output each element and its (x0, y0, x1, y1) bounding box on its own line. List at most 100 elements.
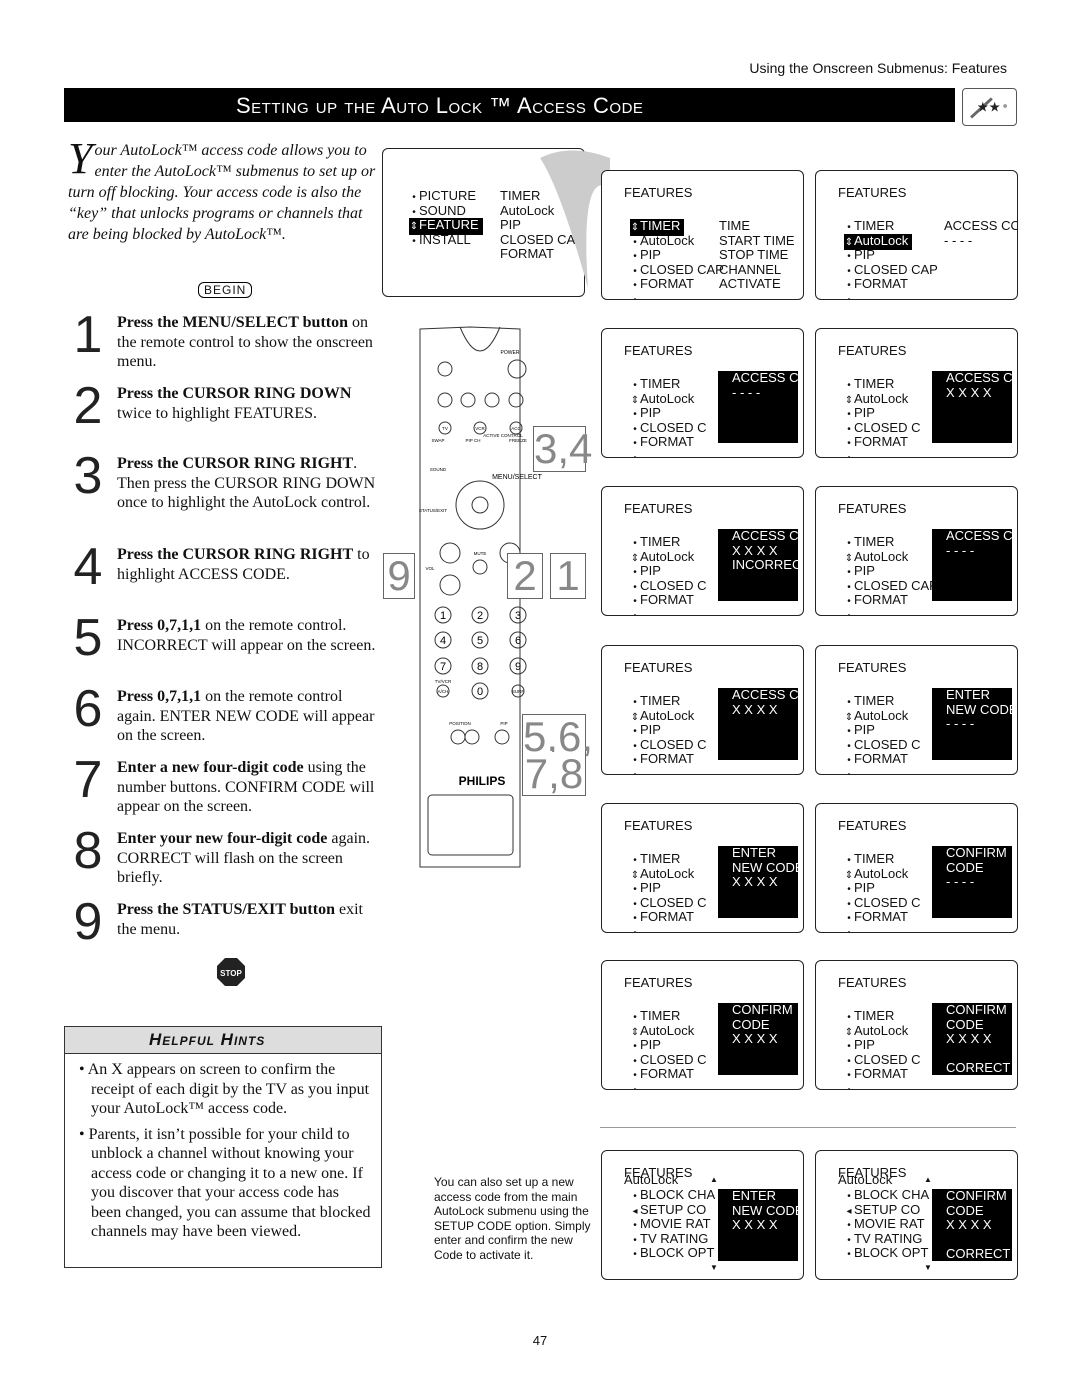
page-title: Setting up the Auto Lock ™ Access Code (64, 88, 955, 122)
svg-text:ACC: ACC (511, 426, 521, 431)
callout-1: 1 (550, 553, 586, 599)
tv-screen: FEATURES • TIMER ⇕AutoLock • PIP • CLOSED C • FOR… (601, 645, 804, 775)
step-7: 7 Enter a new four-digit code using the n… (73, 751, 375, 815)
svg-text:PIP: PIP (500, 721, 507, 726)
svg-text:SWAP: SWAP (431, 438, 444, 443)
message-box: CONFIRM CODE X X X X CORRECT (932, 1003, 1012, 1075)
submenu-item: TIME (719, 218, 751, 233)
menu-item: • (844, 450, 854, 458)
menu-item: • BLOCK OPT (630, 1245, 714, 1263)
tv-screen: FEATURES • TIMER ⇕AutoLock • PIP • CLOSED C • FOR… (815, 645, 1018, 775)
tv-screen: FEATURES • TIMER ⇕AutoLock • PIP • CLOSED CAP • F… (815, 486, 1018, 616)
message-box: ACCESS CODEX X X XINCORRECT (718, 529, 798, 601)
svg-text:STATUS/EXIT: STATUS/EXIT (419, 508, 448, 513)
divider (600, 1127, 1016, 1128)
stop-sign-icon: STOP (217, 958, 245, 986)
step-6: 6 Press 0,7,1,1 on the remote control aga… (73, 680, 375, 744)
svg-text:2: 2 (477, 610, 483, 622)
bullet-icon: • (633, 927, 637, 933)
tv-screen: FEATURES • TIMER ⇕AutoLock • PIP • CLOSED C • FOR… (815, 803, 1018, 933)
svg-text:4: 4 (440, 635, 446, 647)
swoosh-graphic (540, 150, 610, 288)
bullet-icon: • (847, 452, 851, 458)
submenu-item: PIP (500, 217, 521, 232)
callout-2: 2 (507, 553, 543, 599)
svg-text:VCR: VCR (475, 426, 485, 431)
step-8: 8 Enter your new four-digit code again. C… (73, 822, 371, 886)
svg-text:PIP CH: PIP CH (466, 438, 481, 443)
svg-text:PHILIPS: PHILIPS (459, 774, 506, 788)
menu-item: • BLOCK OPT (844, 1245, 928, 1263)
tv-screen: FEATURES ⇕TIMER • AutoLock • PIP • CLOSED CAP • F… (601, 170, 804, 300)
menu-item: • (630, 925, 640, 933)
svg-text:POWER: POWER (501, 350, 520, 356)
callout-9: 9 (383, 553, 415, 599)
svg-text:STOP: STOP (220, 969, 242, 978)
bullet-icon: • (633, 1249, 637, 1260)
bullet-icon: • (633, 1084, 637, 1090)
step-2: 2 Press the CURSOR RING DOWN twice to hig… (73, 377, 352, 435)
tv-screen: FEATURES • TIMER ⇕AutoLock • PIP • CLOSED C • FOR… (601, 960, 804, 1090)
tv-screen: FEATURES • TIMER ⇕AutoLock • PIP • CLOSED C • FOR… (815, 328, 1018, 458)
submenu-item: - - - - (944, 232, 973, 248)
tv-screen: FEATURES AutoLock ▲ ▼ • BLOCK CHA ◂ SETUP CO • MO… (601, 1150, 804, 1280)
menu-item: • INSTALL (409, 232, 471, 250)
svg-text:7: 7 (440, 661, 446, 673)
svg-text:TV/VCR: TV/VCR (435, 679, 452, 684)
submenu-item: TIMER (500, 188, 541, 203)
svg-text:6: 6 (515, 635, 521, 647)
submenu-item: START TIME (719, 232, 795, 248)
message-box: ACCESS CODE- - - - (718, 371, 798, 443)
tv-screen: FEATURES • TIMER ⇕AutoLock • PIP • CLOSED C • FOR… (815, 960, 1018, 1090)
menu-item: • (630, 292, 640, 300)
begin-badge: BEGIN (198, 282, 253, 298)
tv-screen: FEATURES • TIMER ⇕AutoLock • PIP • CLOSED C • FOR… (601, 803, 804, 933)
message-box: ENTER NEW CODE - - - - (932, 688, 1012, 760)
hints-title: Helpful Hints (65, 1027, 381, 1054)
svg-text:POSITION: POSITION (449, 721, 471, 726)
message-box: CONFIRM CODE X X X X (718, 1003, 798, 1075)
submenu-item: ACCESS CODE (944, 218, 1017, 233)
bullet-icon: • (633, 452, 637, 458)
svg-text:9: 9 (515, 661, 521, 673)
bullet-icon: • (847, 1084, 851, 1090)
menu-item: • (630, 767, 640, 775)
hint-item: • An X appears on screen to confirm the … (79, 1061, 370, 1117)
menu-item: • (844, 925, 854, 933)
svg-text:3: 3 (515, 610, 521, 622)
bullet-icon: • (633, 610, 637, 616)
svg-text:1: 1 (440, 610, 446, 622)
bullet-icon: • (847, 294, 851, 300)
bullet-icon: • (847, 1249, 851, 1260)
callout-7-8: 7,8 (522, 752, 586, 796)
svg-text:SURF: SURF (512, 689, 525, 694)
scroll-up-icon: ▲ (710, 1175, 718, 1184)
message-box: CONFIRM CODE - - - - (932, 846, 1012, 918)
tv-screen: FEATURES • TIMER ⇕AutoLock • PIP • CLOSED CAP • F… (815, 170, 1018, 300)
bullet-icon: • (633, 769, 637, 775)
message-box: ENTER NEW CODE X X X X (718, 1189, 798, 1261)
menu-item: • (630, 1082, 640, 1090)
submenu-item: STOP TIME (719, 247, 789, 262)
svg-text:MUTE: MUTE (474, 551, 487, 556)
menu-select-label: MENU/SELECT (492, 474, 543, 481)
step-9: 9 Press the STATUS/EXIT button exit the m… (73, 893, 363, 951)
running-head: Using the Onscreen Submenus: Features (749, 60, 1007, 76)
intro-text: Your AutoLock™ access code allows you to… (68, 134, 376, 244)
svg-text:TV: TV (442, 426, 448, 431)
svg-text:5: 5 (477, 635, 483, 647)
menu-item: • (844, 608, 854, 616)
message-box: ACCESS CODE- - - - (932, 529, 1012, 601)
menu-item: • (630, 608, 640, 616)
helpful-hints: Helpful Hints • An X appears on screen t… (64, 1026, 382, 1268)
tv-screen: FEATURES • TIMER ⇕AutoLock • PIP • CLOSED C • FOR… (601, 328, 804, 458)
step-4: 4 Press the CURSOR RING RIGHT to highligh… (73, 538, 370, 596)
tv-screen: FEATURES • TIMER ⇕AutoLock • PIP • CLOSED C • FOR… (601, 486, 804, 616)
side-note: You can also set up a new access code fr… (434, 1175, 591, 1262)
menu-item: • (630, 450, 640, 458)
menu-item: • (844, 767, 854, 775)
callout-3-4: 3,4 (533, 425, 593, 472)
scroll-up-icon: ▲ (924, 1175, 932, 1184)
autolock-logo-icon: ★★ (962, 88, 1017, 126)
message-box: ACCESS CODEX X X X (718, 688, 798, 760)
